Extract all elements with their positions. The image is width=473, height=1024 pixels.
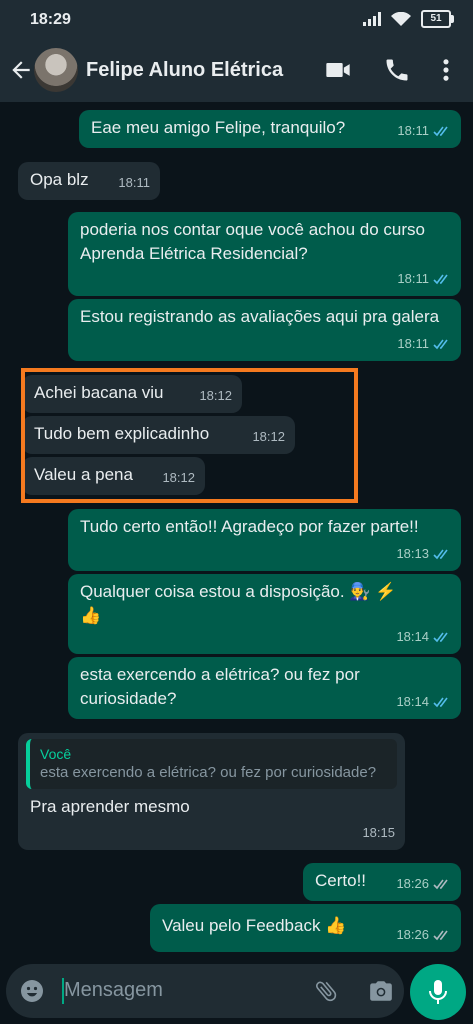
message-outgoing[interactable]: Estou registrando as avaliações aqui pra… — [68, 299, 461, 361]
message-meta: 18:26 — [396, 872, 451, 896]
message-outgoing[interactable]: Valeu pelo Feedback 👍 18:26 — [150, 904, 461, 952]
message-time: 18:14 — [396, 694, 429, 709]
battery-icon: 51 — [421, 10, 454, 28]
delivered-ticks-icon — [433, 930, 448, 941]
message-time: 18:26 — [396, 927, 429, 942]
camera-icon[interactable] — [368, 978, 394, 1004]
signal-icon — [363, 12, 381, 26]
message-outgoing[interactable]: Eae meu amigo Felipe, tranquilo? 18:11 — [79, 110, 461, 148]
composer-bar: Mensagem — [0, 960, 473, 1024]
mic-button[interactable] — [410, 964, 466, 1020]
message-time: 18:26 — [396, 876, 429, 891]
status-icons: 51 — [363, 10, 454, 28]
back-arrow-icon[interactable] — [8, 57, 34, 83]
message-meta: 18:26 — [396, 923, 451, 947]
read-ticks-icon — [433, 549, 448, 560]
message-outgoing[interactable]: esta exercendo a elétrica? ou fez por cu… — [68, 657, 461, 719]
mic-icon — [429, 980, 447, 1004]
read-ticks-icon — [433, 632, 448, 643]
message-text: Certo!! — [315, 871, 367, 890]
message-time: 18:11 — [397, 336, 429, 351]
message-time: 18:15 — [362, 825, 395, 840]
message-meta: 18:13 — [396, 542, 451, 566]
message-time: 18:11 — [397, 123, 429, 138]
video-call-icon[interactable] — [324, 56, 352, 84]
message-outgoing[interactable]: Qualquer coisa estou a disposição. 👨‍🔧 ⚡… — [68, 574, 461, 654]
message-meta: 18:15 — [362, 821, 395, 845]
more-vertical-icon[interactable] — [432, 56, 460, 84]
message-text: esta exercendo a elétrica? ou fez por cu… — [80, 665, 360, 708]
status-time: 18:29 — [30, 11, 71, 28]
message-time: 18:11 — [397, 271, 429, 286]
message-outgoing[interactable]: Tudo certo então!! Agradeço por fazer pa… — [68, 509, 461, 571]
emoji-icon[interactable] — [20, 979, 44, 1003]
quoted-author: Você — [40, 746, 72, 762]
message-placeholder: Mensagem — [64, 979, 163, 1001]
delivered-ticks-icon — [433, 879, 448, 890]
message-text: Qualquer coisa estou a disposição. 👨‍🔧 ⚡… — [80, 582, 397, 625]
message-input-field[interactable]: Mensagem — [6, 964, 404, 1018]
message-incoming-reply[interactable]: Você esta exercendo a elétrica? ou fez p… — [18, 733, 405, 850]
message-time: 18:14 — [396, 629, 429, 644]
message-text: poderia nos contar oque você achou do cu… — [80, 220, 425, 263]
message-meta: 18:11 — [118, 171, 150, 195]
message-meta: 18:11 — [397, 267, 451, 291]
message-outgoing[interactable]: Certo!! 18:26 — [303, 863, 461, 901]
attach-icon[interactable] — [313, 978, 339, 1004]
chat-area[interactable]: Eae meu amigo Felipe, tranquilo? 18:11 O… — [0, 102, 473, 960]
message-meta: 18:14 — [396, 690, 451, 714]
read-ticks-icon — [433, 697, 448, 708]
read-ticks-icon — [433, 126, 448, 137]
read-ticks-icon — [433, 274, 448, 285]
message-incoming[interactable]: Opa blz 18:11 — [18, 162, 160, 200]
message-time: 18:11 — [118, 175, 150, 190]
read-ticks-icon — [433, 339, 448, 350]
avatar[interactable] — [34, 48, 78, 92]
status-bar: 18:29 51 — [0, 0, 473, 40]
message-meta: 18:11 — [397, 332, 451, 356]
highlight-frame — [21, 368, 358, 503]
message-outgoing[interactable]: poderia nos contar oque você achou do cu… — [68, 212, 461, 296]
quoted-message[interactable]: Você esta exercendo a elétrica? ou fez p… — [26, 739, 397, 789]
contact-name[interactable]: Felipe Aluno Elétrica — [86, 59, 283, 82]
wifi-icon — [391, 11, 411, 26]
chat-header: Felipe Aluno Elétrica — [0, 40, 473, 102]
message-meta: 18:11 — [397, 119, 451, 143]
message-text: Estou registrando as avaliações aqui pra… — [80, 307, 440, 326]
message-text: Pra aprender mesmo — [30, 797, 190, 816]
phone-icon[interactable] — [383, 56, 411, 84]
message-text: Opa blz — [30, 170, 89, 189]
message-time: 18:13 — [396, 546, 429, 561]
message-text: Tudo certo então!! Agradeço por fazer pa… — [80, 517, 419, 536]
message-text: Eae meu amigo Felipe, tranquilo? — [91, 118, 346, 137]
message-meta: 18:14 — [396, 625, 451, 649]
message-text: Valeu pelo Feedback 👍 — [162, 916, 347, 935]
quoted-text: esta exercendo a elétrica? ou fez por cu… — [40, 764, 377, 781]
